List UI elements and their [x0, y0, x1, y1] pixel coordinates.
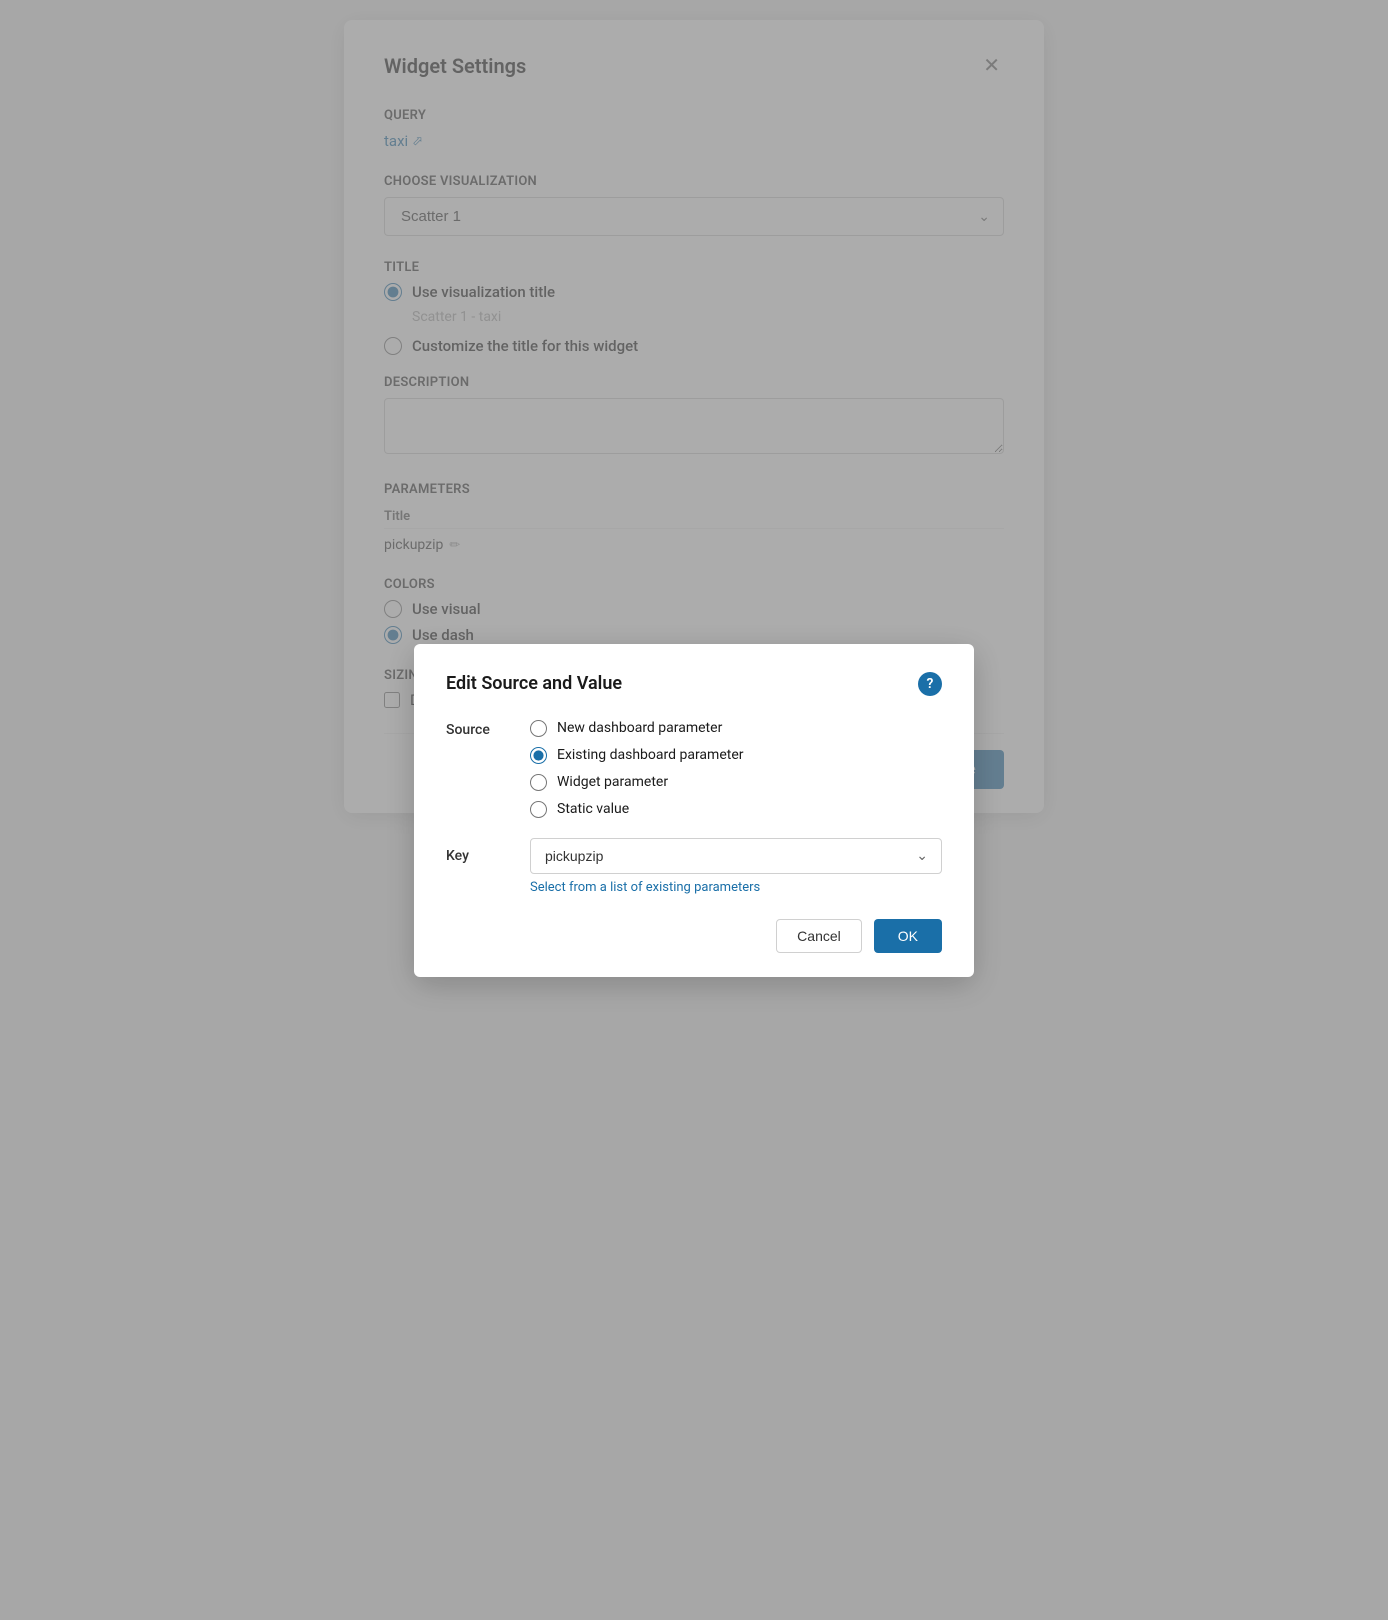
key-select-wrapper: pickupzip ⌄	[530, 838, 942, 874]
existing-dashboard-param-option[interactable]: Existing dashboard parameter	[530, 747, 743, 764]
inner-cancel-button[interactable]: Cancel	[776, 919, 862, 953]
key-row: Key pickupzip ⌄ Select from a list of ex…	[446, 838, 942, 895]
source-row: Source New dashboard parameter Existing …	[446, 720, 942, 818]
inner-dialog-footer: Cancel OK	[446, 919, 942, 953]
new-dashboard-param-label: New dashboard parameter	[557, 720, 722, 736]
key-hint: Select from a list of existing parameter…	[530, 880, 942, 895]
overlay: Edit Source and Value ? Source New dashb…	[0, 0, 1388, 1620]
existing-dashboard-param-radio[interactable]	[530, 747, 547, 764]
inner-dialog-title: Edit Source and Value	[446, 673, 622, 694]
help-icon[interactable]: ?	[918, 672, 942, 696]
new-dashboard-param-radio[interactable]	[530, 720, 547, 737]
key-field-wrapper: pickupzip ⌄ Select from a list of existi…	[530, 838, 942, 895]
widget-parameter-label: Widget parameter	[557, 774, 668, 790]
source-radio-group: New dashboard parameter Existing dashboa…	[530, 720, 743, 818]
help-icon-text: ?	[927, 676, 934, 692]
widget-parameter-radio[interactable]	[530, 774, 547, 791]
new-dashboard-param-option[interactable]: New dashboard parameter	[530, 720, 743, 737]
edit-source-dialog: Edit Source and Value ? Source New dashb…	[414, 644, 974, 977]
key-label: Key	[446, 838, 506, 864]
widget-parameter-option[interactable]: Widget parameter	[530, 774, 743, 791]
inner-dialog-header: Edit Source and Value ?	[446, 672, 942, 696]
static-value-option[interactable]: Static value	[530, 801, 743, 818]
key-select[interactable]: pickupzip	[530, 838, 942, 874]
source-label: Source	[446, 720, 506, 818]
static-value-label: Static value	[557, 801, 629, 817]
existing-dashboard-param-label: Existing dashboard parameter	[557, 747, 743, 763]
inner-ok-button[interactable]: OK	[874, 919, 942, 953]
static-value-radio[interactable]	[530, 801, 547, 818]
